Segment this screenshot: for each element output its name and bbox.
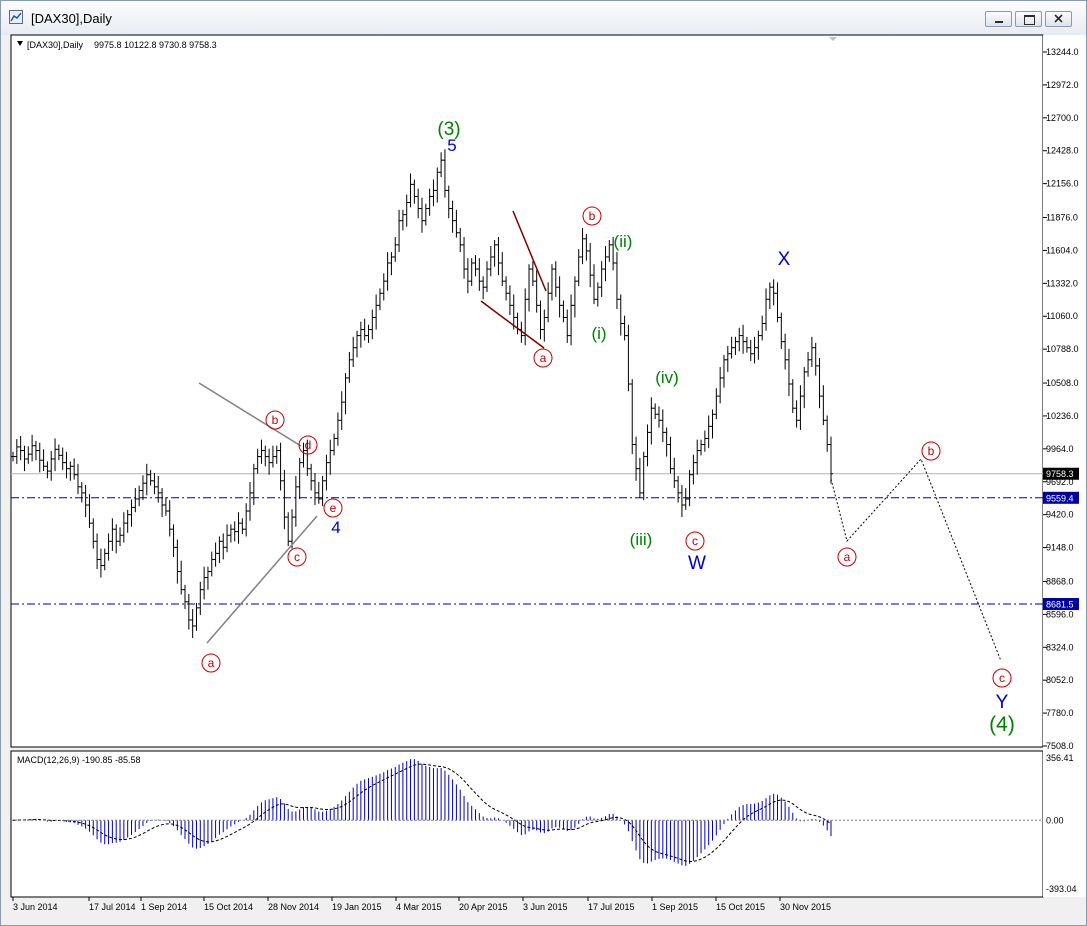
macd-label: MACD(12,26,9) -190.85 -85.58 <box>17 755 141 765</box>
date-tick-label: 17 Jul 2014 <box>89 902 136 912</box>
svg-text:c: c <box>294 550 300 564</box>
wave-4-target-label: (4) <box>989 713 1015 736</box>
price-tick-label: 9148.0 <box>1046 543 1074 553</box>
wave-iv-label: (iv) <box>655 368 679 387</box>
price-tick-label: 7780.0 <box>1046 708 1074 718</box>
chart-symbol-label: [DAX30],Daily <box>27 40 84 50</box>
price-tick-label: 12972.0 <box>1046 80 1079 90</box>
date-tick-label: 17 Jul 2015 <box>588 902 635 912</box>
price-tick-label: 11332.0 <box>1046 278 1078 288</box>
price-tick-label: 12156.0 <box>1046 179 1079 189</box>
price-axis <box>1043 35 1086 897</box>
ohlc-readout: 9975.8 10122.8 9730.8 9758.3 <box>94 40 217 50</box>
svg-text:a: a <box>540 351 547 365</box>
wave-iii-label: (iii) <box>630 530 653 549</box>
price-tick-label: 11876.0 <box>1046 213 1078 223</box>
price-badge-label: 9559.4 <box>1046 493 1074 503</box>
date-tick-label: 15 Oct 2014 <box>204 902 253 912</box>
price-tick-label: 12428.0 <box>1046 146 1079 156</box>
date-tick-label: 3 Jun 2015 <box>523 902 568 912</box>
wave-x-label: X <box>778 249 791 270</box>
svg-text:d: d <box>305 438 312 452</box>
main-plot-area <box>10 34 1044 748</box>
price-tick-label: 9964.0 <box>1046 444 1074 454</box>
date-tick-label: 4 Mar 2015 <box>396 902 442 912</box>
svg-text:a: a <box>208 656 215 670</box>
date-tick-label: 28 Nov 2014 <box>268 902 319 912</box>
price-tick-label: 12700.0 <box>1046 113 1079 123</box>
price-tick-label: 11604.0 <box>1046 245 1078 255</box>
svg-text:a: a <box>844 550 851 564</box>
macd-tick-label: -393.04 <box>1046 884 1077 894</box>
price-chart[interactable]: [DAX30],Daily 9975.8 10122.8 9730.8 9758… <box>1 1 1086 925</box>
price-tick-label: 13244.0 <box>1046 47 1079 57</box>
price-tick-label: 11060.0 <box>1046 311 1078 321</box>
date-tick-label: 20 Apr 2015 <box>459 902 508 912</box>
svg-text:c: c <box>692 534 698 548</box>
date-tick-label: 1 Sep 2015 <box>652 902 698 912</box>
svg-text:b: b <box>928 444 935 458</box>
price-badge-label: 9758.3 <box>1046 469 1074 479</box>
date-tick-label: 3 Jun 2014 <box>13 902 58 912</box>
price-tick-label: 10508.0 <box>1046 378 1079 388</box>
wave-3-label: (3) <box>437 119 460 140</box>
price-tick-label: 8052.0 <box>1046 675 1074 685</box>
wave-w-label: W <box>688 553 706 574</box>
svg-text:e: e <box>330 501 337 515</box>
price-tick-label: 8868.0 <box>1046 576 1074 586</box>
date-tick-label: 19 Jan 2015 <box>332 902 382 912</box>
macd-tick-label: 356.41 <box>1046 753 1074 763</box>
wave-ii-label: (ii) <box>614 232 633 251</box>
wave-i-label: (i) <box>591 324 606 343</box>
wave-y-label: Y <box>996 692 1009 713</box>
date-tick-label: 15 Oct 2015 <box>716 902 765 912</box>
date-tick-label: 1 Sep 2014 <box>141 902 187 912</box>
price-tick-label: 10236.0 <box>1046 411 1079 421</box>
price-tick-label: 10788.0 <box>1046 344 1079 354</box>
terminal-window: [DAX30],Daily [DAX30],Daily 9975.8 10122… <box>0 0 1087 926</box>
price-badge-label: 8681.5 <box>1046 600 1074 610</box>
wave-4-label: 4 <box>331 518 340 537</box>
svg-text:c: c <box>999 671 1005 685</box>
price-tick-label: 9420.0 <box>1046 510 1074 520</box>
price-tick-label: 8324.0 <box>1046 642 1074 652</box>
price-tick-label: 8596.0 <box>1046 609 1074 619</box>
svg-text:b: b <box>272 413 279 427</box>
date-tick-label: 30 Nov 2015 <box>780 902 831 912</box>
macd-tick-label: 0.00 <box>1046 815 1064 825</box>
svg-text:b: b <box>589 209 596 223</box>
price-tick-label: 7508.0 <box>1046 741 1074 751</box>
